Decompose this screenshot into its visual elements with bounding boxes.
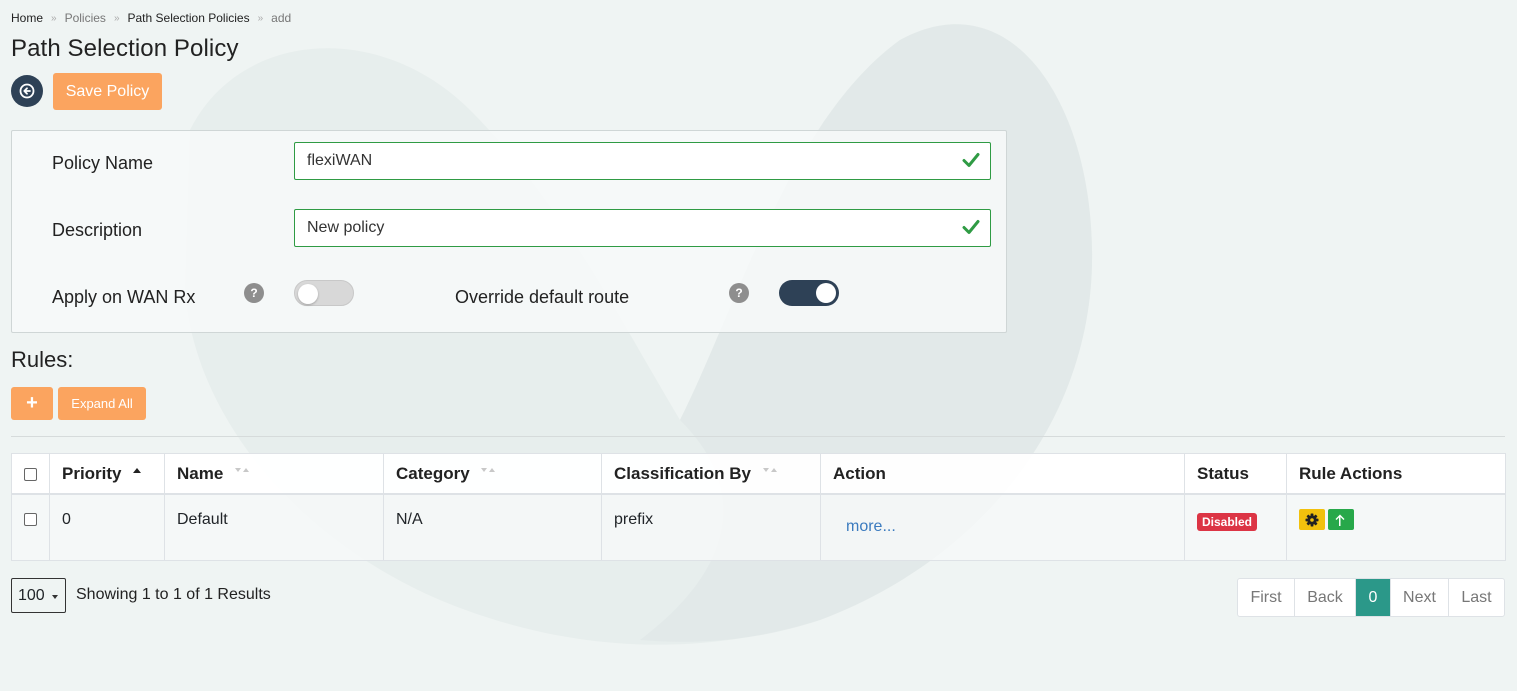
rule-settings-button[interactable] bbox=[1299, 509, 1325, 530]
breadcrumb-current: add bbox=[271, 11, 292, 25]
rule-move-button[interactable] bbox=[1328, 509, 1354, 530]
caret-down-icon bbox=[52, 595, 58, 599]
policy-name-label: Policy Name bbox=[52, 153, 154, 173]
page-size-value: 100 bbox=[18, 586, 45, 604]
add-rule-button[interactable]: + bbox=[11, 387, 53, 420]
breadcrumb: Home » Policies » Path Selection Policie… bbox=[11, 11, 291, 25]
column-label: Name bbox=[177, 463, 224, 483]
description-field[interactable] bbox=[294, 209, 991, 247]
toggle-knob bbox=[816, 283, 836, 303]
gear-icon bbox=[1305, 513, 1319, 526]
column-label: Classification By bbox=[614, 463, 751, 483]
check-icon bbox=[962, 220, 980, 234]
name-cell: Default bbox=[164, 493, 384, 561]
select-all-cell bbox=[11, 453, 50, 495]
sort-icon bbox=[762, 467, 777, 472]
breadcrumb-path-selection-policies[interactable]: Path Selection Policies bbox=[128, 11, 250, 25]
breadcrumb-home[interactable]: Home bbox=[11, 11, 43, 25]
column-header-name[interactable]: Name bbox=[164, 453, 384, 495]
apply-wan-rx-label: Apply on WAN Rx bbox=[52, 287, 196, 307]
action-cell: more... bbox=[820, 493, 1185, 561]
sort-ascending-icon bbox=[133, 467, 142, 473]
page-title: Path Selection Policy bbox=[11, 35, 239, 62]
rule-actions-cell bbox=[1286, 493, 1506, 561]
column-header-status: Status bbox=[1184, 453, 1287, 495]
policy-name-field[interactable] bbox=[294, 142, 991, 180]
description-label: Description bbox=[52, 220, 143, 240]
policy-form: Policy Name Description Apply on WAN Rx … bbox=[11, 130, 1007, 333]
back-button[interactable] bbox=[11, 75, 43, 107]
arrow-left-circle-icon bbox=[19, 83, 35, 99]
table-row[interactable]: 0 Default N/A prefix more... Disabled bbox=[11, 493, 1506, 561]
classification-cell: prefix bbox=[601, 493, 821, 561]
description-input[interactable] bbox=[307, 211, 947, 245]
pagination-first[interactable]: First bbox=[1238, 579, 1294, 616]
policy-name-input[interactable] bbox=[307, 144, 947, 178]
column-label: Category bbox=[396, 463, 470, 483]
status-cell: Disabled bbox=[1184, 493, 1287, 561]
pagination-page[interactable]: 0 bbox=[1355, 579, 1390, 616]
sort-icon bbox=[235, 467, 250, 472]
column-header-action: Action bbox=[820, 453, 1185, 495]
toggle-knob bbox=[298, 284, 318, 304]
help-icon[interactable]: ? bbox=[244, 283, 264, 303]
sort-icon bbox=[481, 467, 496, 472]
pagination-next[interactable]: Next bbox=[1390, 579, 1448, 616]
results-summary: Showing 1 to 1 of 1 Results bbox=[76, 586, 271, 603]
status-badge: Disabled bbox=[1197, 513, 1258, 531]
table-header-row: Priority Name Category Classification By… bbox=[11, 453, 1506, 495]
save-policy-button[interactable]: Save Policy bbox=[53, 73, 162, 110]
expand-all-button[interactable]: Expand All bbox=[58, 387, 146, 420]
row-checkbox[interactable] bbox=[24, 513, 37, 527]
divider bbox=[11, 436, 1505, 437]
rules-table: Priority Name Category Classification By… bbox=[11, 453, 1506, 561]
column-header-priority[interactable]: Priority bbox=[49, 453, 165, 495]
column-header-rule-actions: Rule Actions bbox=[1286, 453, 1506, 495]
pagination: First Back 0 Next Last bbox=[1237, 578, 1505, 617]
pagination-last[interactable]: Last bbox=[1448, 579, 1504, 616]
priority-cell: 0 bbox=[49, 493, 165, 561]
apply-wan-rx-toggle[interactable] bbox=[294, 280, 354, 306]
breadcrumb-separator: » bbox=[51, 12, 57, 24]
column-label: Priority bbox=[62, 463, 122, 483]
category-cell: N/A bbox=[383, 493, 602, 561]
override-default-route-label: Override default route bbox=[455, 287, 630, 307]
help-icon[interactable]: ? bbox=[729, 283, 749, 303]
arrow-up-icon bbox=[1335, 514, 1345, 526]
pagination-back[interactable]: Back bbox=[1294, 579, 1355, 616]
column-header-category[interactable]: Category bbox=[383, 453, 602, 495]
rules-heading: Rules: bbox=[11, 347, 74, 372]
breadcrumb-policies[interactable]: Policies bbox=[65, 11, 106, 25]
breadcrumb-separator: » bbox=[113, 12, 120, 24]
more-link[interactable]: more... bbox=[846, 518, 896, 536]
page-size-select[interactable]: 100 bbox=[11, 578, 66, 613]
column-header-classification[interactable]: Classification By bbox=[601, 453, 821, 495]
breadcrumb-separator: » bbox=[257, 12, 264, 24]
select-all-checkbox[interactable] bbox=[24, 467, 37, 481]
override-default-route-toggle[interactable] bbox=[779, 280, 839, 306]
check-icon bbox=[962, 153, 980, 167]
row-select-cell bbox=[11, 493, 50, 561]
